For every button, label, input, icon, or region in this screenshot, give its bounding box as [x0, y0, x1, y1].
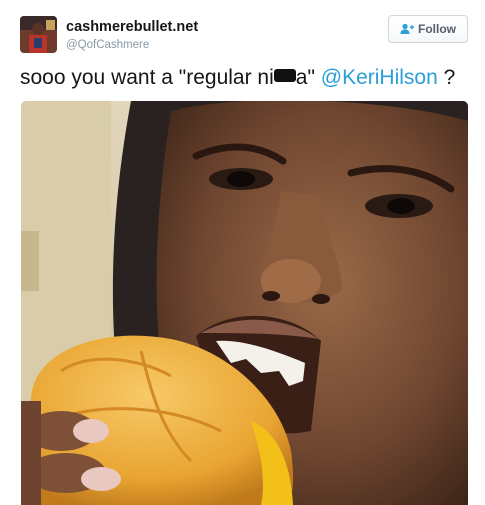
author-handle[interactable]: @QofCashmere: [66, 38, 198, 53]
mention-link[interactable]: @KeriHilson: [321, 66, 438, 89]
tweet-text-part: a": [295, 66, 321, 89]
censor-block: [273, 69, 296, 82]
avatar-image: [20, 16, 57, 53]
tweet-text-part: sooo you want a "regular ni: [20, 66, 274, 89]
tweet-text-part: ?: [437, 66, 456, 89]
follow-button[interactable]: Follow: [388, 15, 468, 43]
author-avatar[interactable]: [20, 16, 57, 53]
author-display-name[interactable]: cashmerebullet.net: [66, 19, 198, 36]
tweet-text: sooo you want a "regular ni a" @KeriHilso…: [20, 63, 455, 93]
author-names: cashmerebullet.net @QofCashmere: [66, 19, 198, 53]
follow-button-label: Follow: [418, 22, 456, 36]
tweet-card: cashmerebullet.net @QofCashmere Follow s…: [0, 0, 485, 505]
photo-person-eating-burger-icon: [21, 101, 468, 505]
tweet-photo[interactable]: [21, 101, 468, 505]
add-user-icon: [400, 23, 414, 35]
